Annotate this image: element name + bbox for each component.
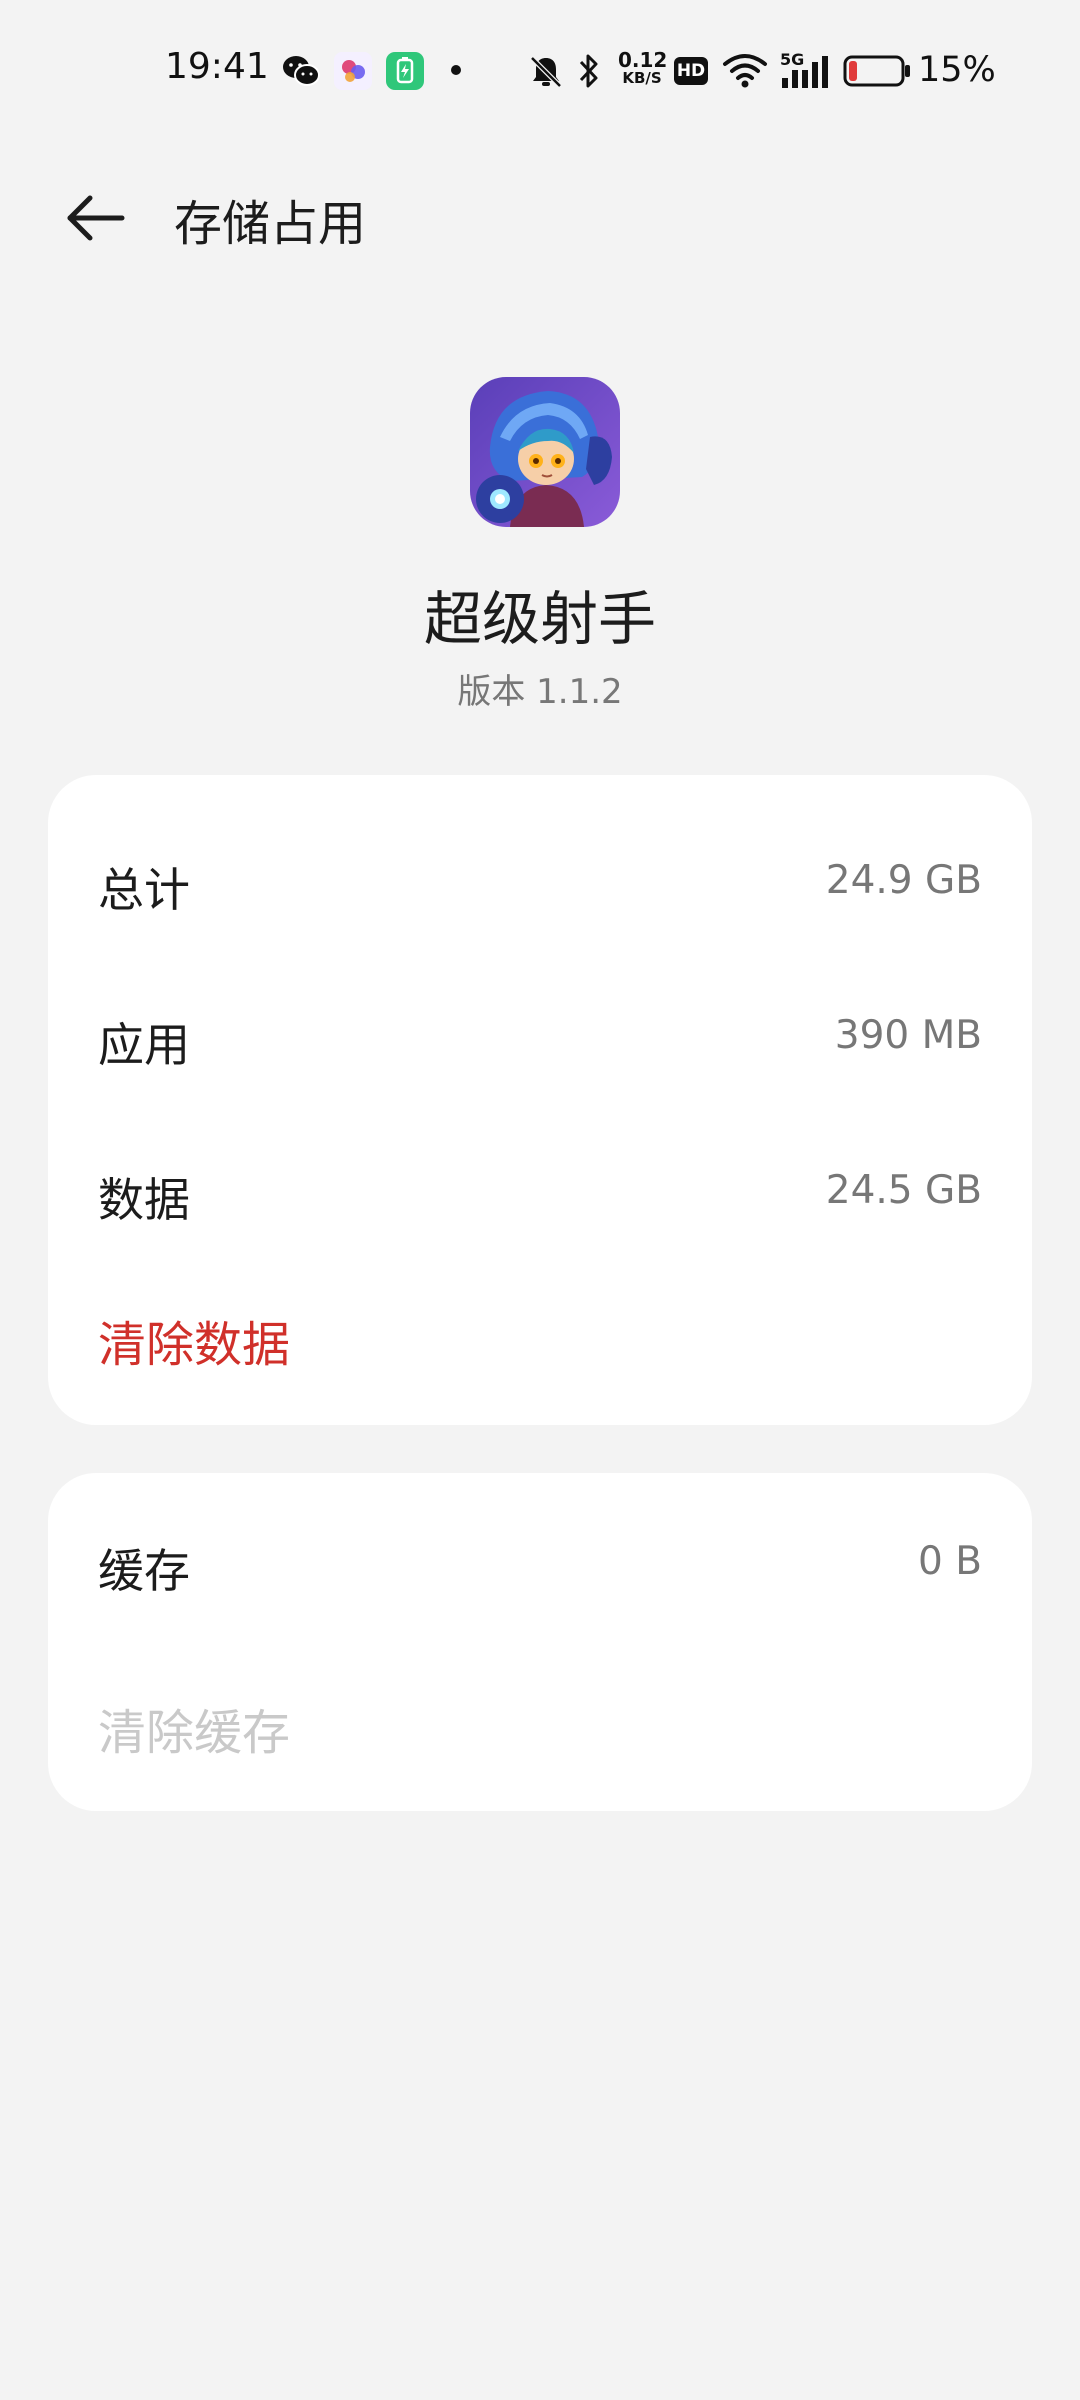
app-bar: 存储占用 — [0, 160, 1080, 270]
storage-row-value: 390 MB — [834, 1013, 982, 1058]
app-notification-icon — [334, 52, 372, 90]
storage-row-total: 总计 24.9 GB — [98, 840, 982, 920]
wechat-icon — [283, 56, 320, 86]
app-version: 版本 1.1.2 — [457, 672, 623, 712]
hd-icon: HD — [674, 57, 708, 85]
dot-icon — [451, 65, 461, 75]
bluetooth-icon — [579, 54, 598, 88]
page-title: 存储占用 — [174, 196, 367, 252]
status-bar: 19:41 0.12 KB/S HD 5G 15% — [0, 0, 1080, 140]
storage-card: 总计 24.9 GB 应用 390 MB 数据 24.5 GB 清除数据 — [48, 775, 1032, 1425]
arrow-left-icon — [67, 195, 125, 241]
network-speed-value: 0.12 — [618, 48, 668, 72]
cache-label: 缓存 — [98, 1544, 190, 1598]
app-icon — [470, 377, 620, 527]
battery-percent: 15% — [918, 50, 996, 90]
wifi-icon — [723, 54, 767, 88]
signal-icon — [782, 56, 828, 88]
storage-row-label: 数据 — [98, 1173, 190, 1227]
storage-row-label: 应用 — [98, 1018, 190, 1072]
battery-saver-icon — [386, 52, 424, 90]
storage-row-app: 应用 390 MB — [98, 995, 982, 1075]
clear-data-button[interactable]: 清除数据 — [98, 1305, 290, 1375]
storage-row-data: 数据 24.5 GB — [98, 1150, 982, 1230]
hd-label: HD — [676, 61, 706, 81]
cache-card: 缓存 0 B 清除缓存 — [48, 1473, 1032, 1811]
cache-value: 0 B — [918, 1539, 982, 1584]
cache-row: 缓存 0 B — [98, 1521, 982, 1601]
storage-row-label: 总计 — [98, 863, 190, 917]
battery-icon — [843, 55, 910, 87]
mute-icon — [530, 56, 562, 88]
network-speed-unit: KB/S — [622, 69, 662, 87]
clear-cache-button: 清除缓存 — [98, 1705, 291, 1761]
battery-fill — [849, 61, 857, 81]
network-speed: 0.12 KB/S — [618, 48, 668, 87]
storage-row-value: 24.5 GB — [825, 1168, 982, 1213]
app-name: 超级射手 — [423, 585, 656, 653]
storage-row-value: 24.9 GB — [825, 858, 982, 903]
back-button[interactable] — [60, 182, 132, 254]
status-time: 19:41 — [165, 46, 269, 87]
